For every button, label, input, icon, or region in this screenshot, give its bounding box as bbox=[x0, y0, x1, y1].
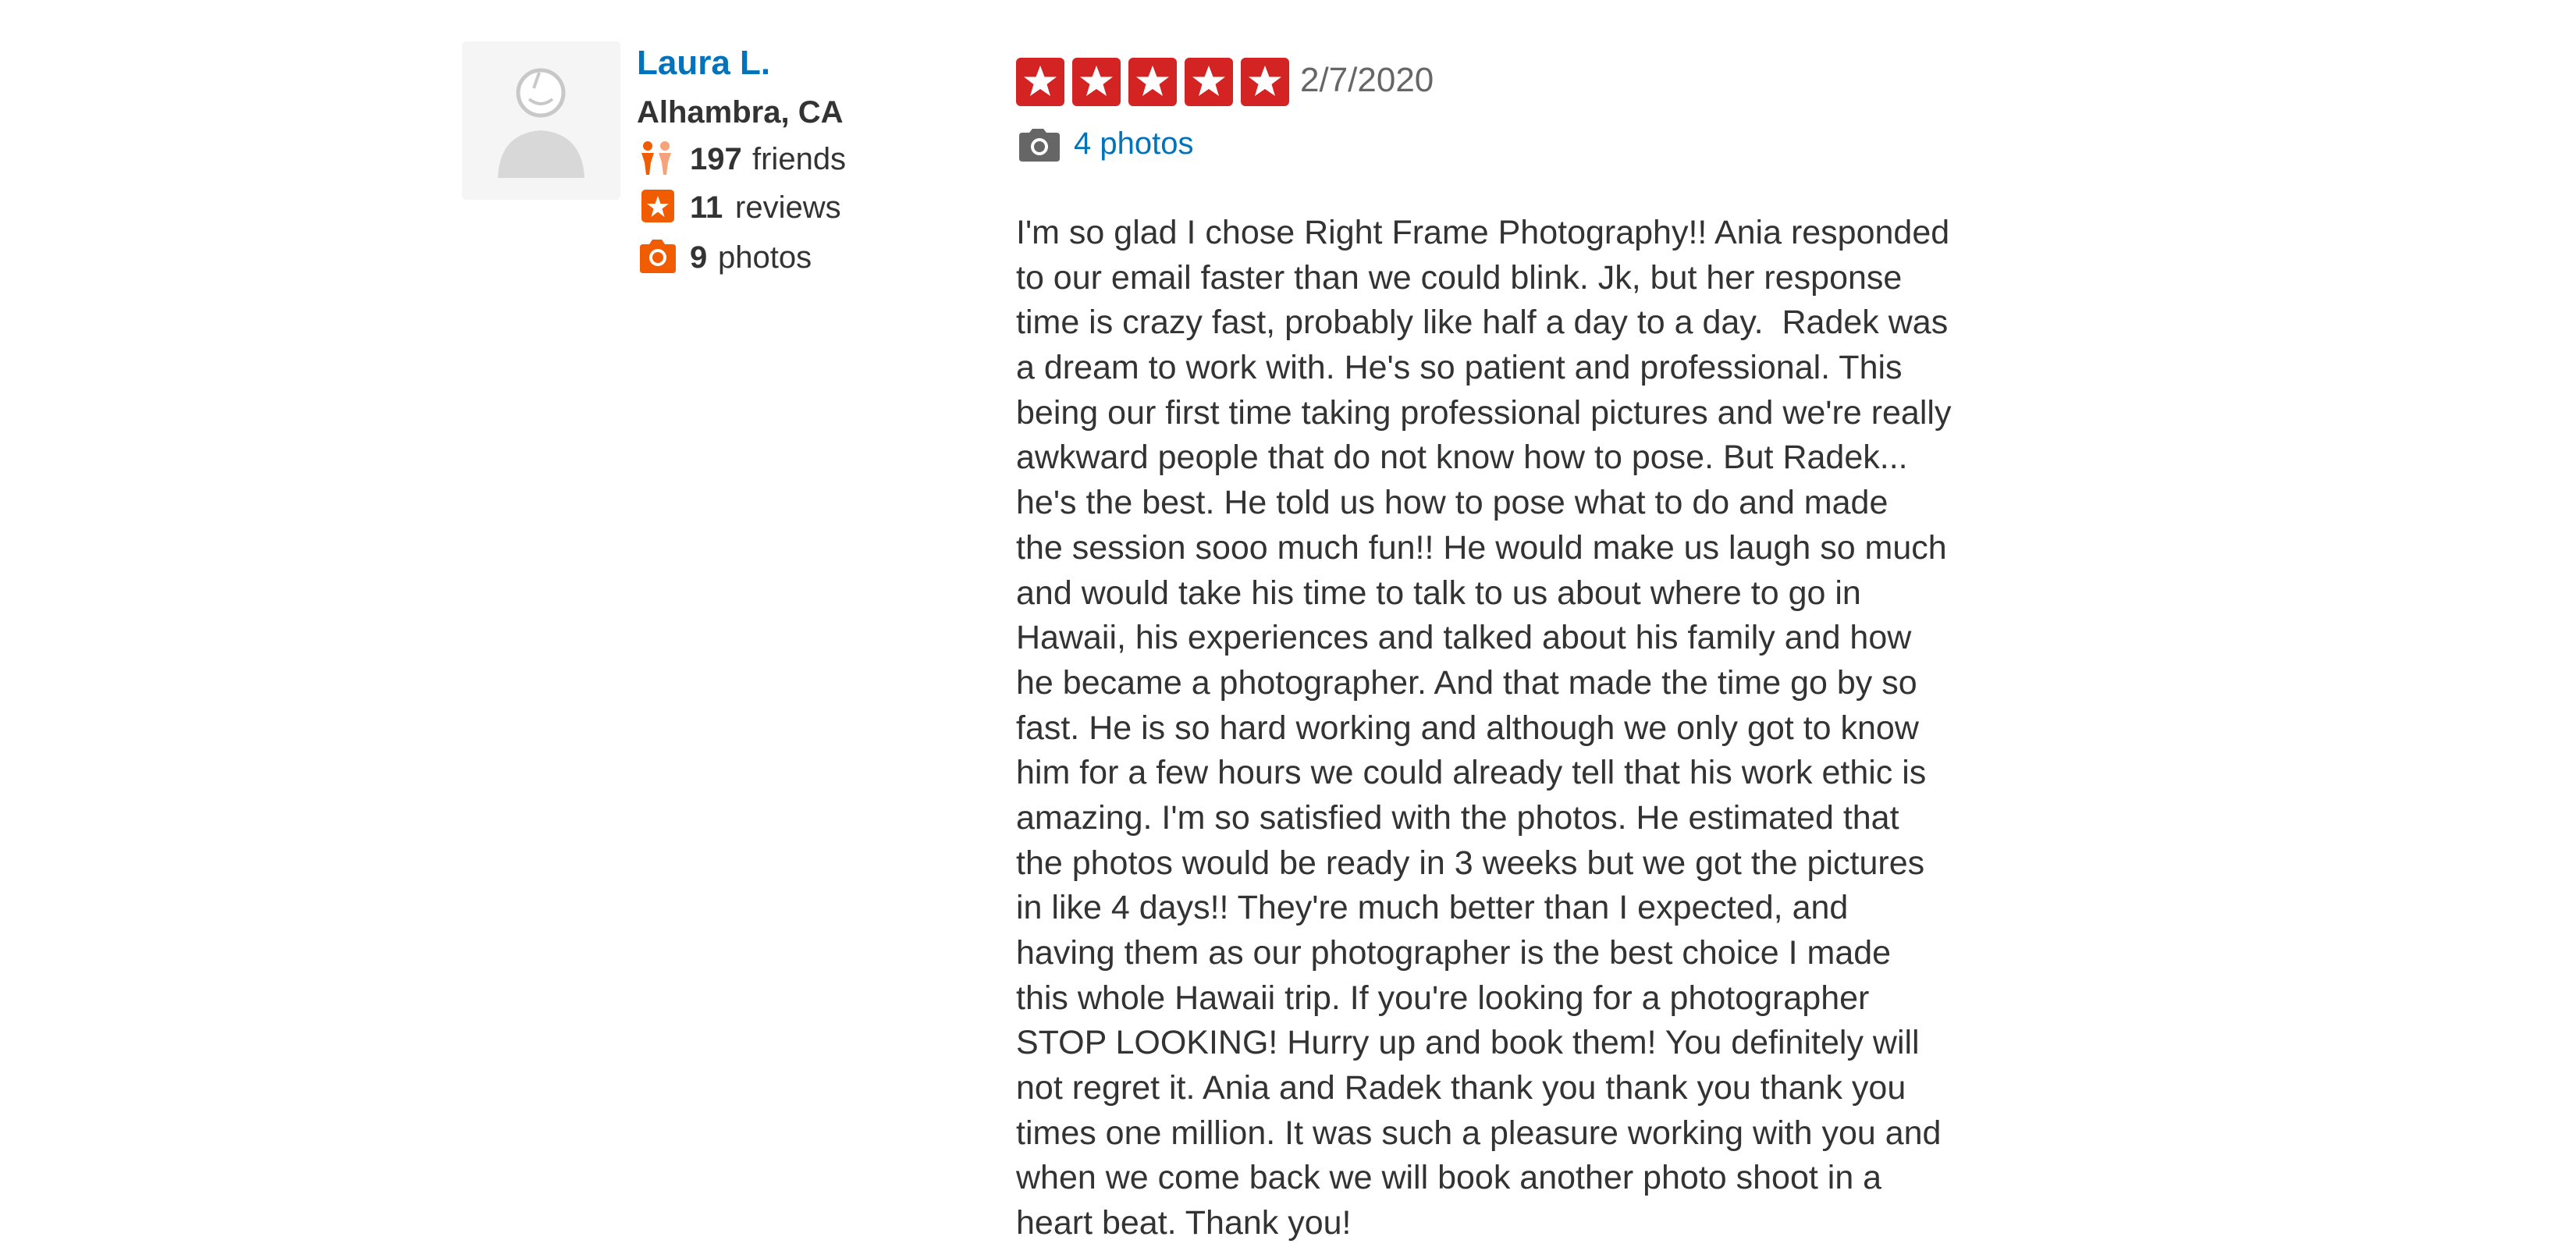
review-text-line: he's the best. He told us how to pose wh… bbox=[1016, 484, 1888, 522]
review-text-line: a dream to work with. He's so patient an… bbox=[1016, 349, 1903, 387]
review-text-line: having them as our photographer is the b… bbox=[1016, 934, 1892, 972]
camera-icon bbox=[637, 237, 677, 276]
default-user-avatar-icon bbox=[498, 68, 584, 178]
review-text-line: this whole Hawaii trip. If you're lookin… bbox=[1016, 979, 1870, 1017]
review-text-line: Hawaii, his experiences and talked about… bbox=[1016, 619, 1912, 657]
friends-icon bbox=[637, 139, 677, 178]
star-icon bbox=[1072, 58, 1121, 106]
review-text-line: STOP LOOKING! Hurry up and book them! Yo… bbox=[1016, 1024, 1920, 1062]
review-text-line: fast. He is so hard working and although… bbox=[1016, 709, 1919, 747]
review-text-line: to our email faster than we could blink.… bbox=[1016, 258, 1903, 297]
review-text-line: him for a few hours we could already tel… bbox=[1016, 754, 1927, 792]
review-text: I'm so glad I chose Right Frame Photogra… bbox=[1016, 211, 2077, 1246]
review-text-line: being our first time taking professional… bbox=[1016, 393, 1952, 432]
review-date: 2/7/2020 bbox=[1300, 61, 1434, 99]
user-avatar[interactable] bbox=[462, 41, 620, 200]
review-text-line: heart beat. Thank you! bbox=[1016, 1204, 1352, 1242]
review-text-line: not regret it. Ania and Radek thank you … bbox=[1016, 1069, 1906, 1107]
user-location: Alhambra, CA bbox=[637, 95, 844, 130]
review-text-line: when we come back we will book another p… bbox=[1016, 1159, 1882, 1197]
review-text-line: he became a photographer. And that made … bbox=[1016, 663, 1917, 702]
review-text-line: in like 4 days!! They're much better tha… bbox=[1016, 889, 1849, 927]
review-text-line: the session sooo much fun!! He would mak… bbox=[1016, 528, 1947, 567]
star-icon bbox=[1128, 58, 1177, 106]
review-text-line: awkward people that do not know how to p… bbox=[1016, 439, 1908, 477]
star-icon bbox=[1185, 58, 1233, 106]
star-rating bbox=[1016, 58, 1291, 106]
review-text-line: amazing. I'm so satisfied with the photo… bbox=[1016, 798, 1899, 837]
camera-icon bbox=[1018, 128, 1061, 162]
review-text-line: the photos would be ready in 3 weeks but… bbox=[1016, 844, 1925, 882]
review-text-line: time is crazy fast, probably like half a… bbox=[1016, 304, 1949, 342]
star-review-icon bbox=[637, 187, 677, 226]
user-name-link[interactable]: Laura L. bbox=[637, 44, 770, 83]
review-text-line: and would take his time to talk to us ab… bbox=[1016, 574, 1861, 612]
star-icon bbox=[1241, 58, 1289, 106]
review-text-line: I'm so glad I chose Right Frame Photogra… bbox=[1016, 214, 1950, 251]
photos-link-text[interactable]: 4 photos bbox=[1074, 126, 1193, 162]
review-text-line: times one million. It was such a pleasur… bbox=[1016, 1114, 1942, 1152]
star-icon bbox=[1016, 58, 1064, 106]
